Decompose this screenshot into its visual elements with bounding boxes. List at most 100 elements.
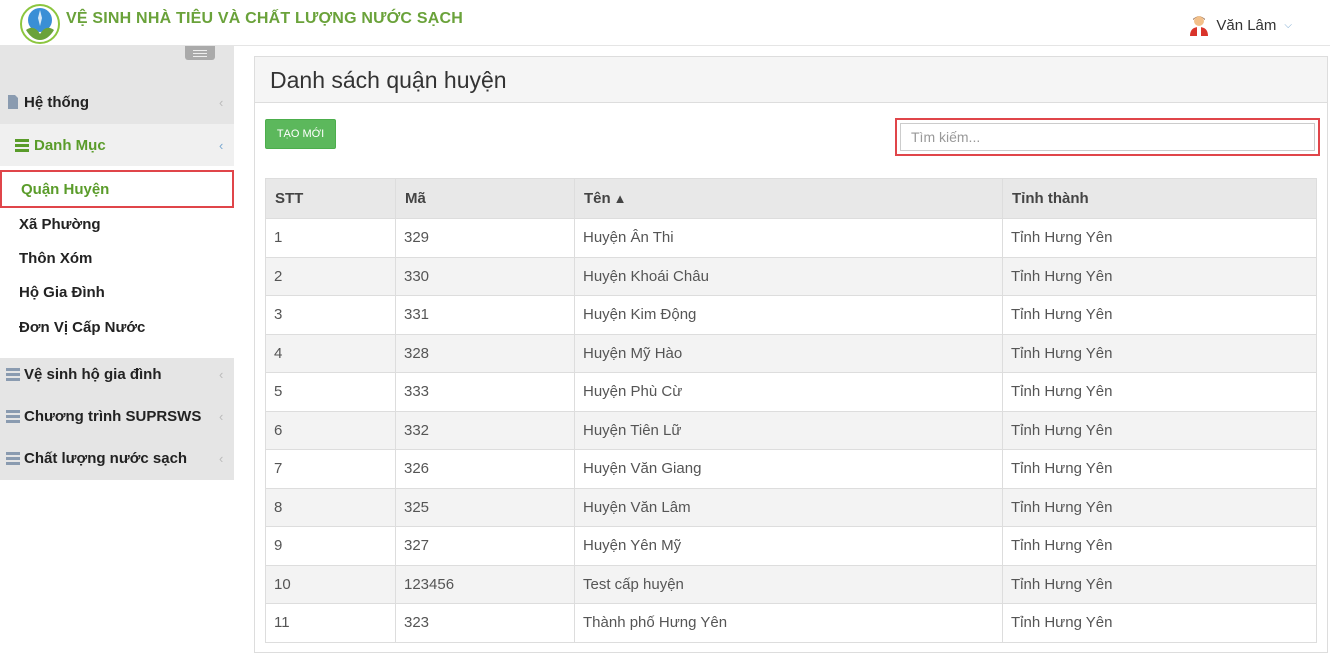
- panel-header: Danh sách quận huyện: [255, 57, 1327, 103]
- cell-ma: 323: [395, 603, 575, 643]
- cell-ma: 123456: [395, 564, 575, 604]
- submenu-item-xa-phuong[interactable]: Xã Phường: [0, 207, 234, 241]
- cell-tinh-thanh: Tỉnh Hưng Yên: [1002, 410, 1317, 450]
- file-icon: [8, 95, 18, 109]
- column-header-tinh-thanh[interactable]: Tỉnh thành: [1002, 178, 1317, 219]
- sidebar-item-he-thong[interactable]: Hệ thống ‹: [0, 82, 234, 122]
- chevron-left-icon: ‹: [219, 137, 224, 153]
- cell-tinh-thanh: Tỉnh Hưng Yên: [1002, 218, 1317, 258]
- cell-ten: Huyện Phù Cừ: [574, 372, 1003, 412]
- chevron-left-icon: ‹: [219, 450, 224, 466]
- cell-tinh-thanh: Tỉnh Hưng Yên: [1002, 256, 1317, 296]
- sidebar-item-label: Hệ thống: [24, 93, 89, 111]
- create-button[interactable]: TẠO MỚI: [265, 119, 336, 149]
- user-name: Văn Lâm: [1216, 16, 1277, 34]
- cell-stt: 3: [265, 295, 396, 335]
- user-menu[interactable]: Văn Lâm ⌵: [1188, 14, 1292, 36]
- cell-ma: 332: [395, 410, 575, 450]
- sidebar: Hệ thống ‹ Danh Mục ‹ Quận Huyện Xã Phườ…: [0, 46, 234, 653]
- cell-ten: Huyện Kim Động: [574, 295, 1003, 335]
- submenu-item-thon-xom[interactable]: Thôn Xóm: [0, 241, 234, 275]
- cell-tinh-thanh: Tỉnh Hưng Yên: [1002, 603, 1317, 643]
- column-header-ten-label: Tên: [584, 190, 611, 207]
- list-icon: [15, 139, 29, 152]
- cell-tinh-thanh: Tỉnh Hưng Yên: [1002, 564, 1317, 604]
- cell-ma: 329: [395, 218, 575, 258]
- cell-ma: 333: [395, 372, 575, 412]
- column-header-stt[interactable]: STT: [265, 178, 396, 219]
- cell-stt: 10: [265, 564, 396, 604]
- table-row[interactable]: 5 333 Huyện Phù Cừ Tỉnh Hưng Yên: [265, 372, 1317, 412]
- submenu-danh-muc: Quận Huyện Xã Phường Thôn Xóm Hộ Gia Đìn…: [0, 166, 234, 358]
- cell-ten: Test cấp huyện: [574, 564, 1003, 604]
- table-row[interactable]: 3 331 Huyện Kim Động Tỉnh Hưng Yên: [265, 295, 1317, 335]
- cell-stt: 7: [265, 449, 396, 489]
- sidebar-item-label: Danh Mục: [34, 136, 106, 154]
- cell-stt: 4: [265, 333, 396, 373]
- submenu-item-quan-huyen[interactable]: Quận Huyện: [0, 170, 234, 208]
- cell-ma: 326: [395, 449, 575, 489]
- server-icon: [6, 452, 20, 465]
- chevron-left-icon: ‹: [219, 408, 224, 424]
- table-row[interactable]: 1 329 Huyện Ân Thi Tỉnh Hưng Yên: [265, 218, 1317, 258]
- districts-table: STT Mã Tên ▲ Tỉnh thành 1 329 Huyện Ân Thi T…: [265, 178, 1317, 643]
- table-row[interactable]: 7 326 Huyện Văn Giang Tỉnh Hưng Yên: [265, 449, 1317, 489]
- sidebar-item-ve-sinh-ho-gia-dinh[interactable]: Vệ sinh hộ gia đình ‹: [0, 354, 234, 394]
- table-row[interactable]: 11 323 Thành phố Hưng Yên Tỉnh Hưng Yên: [265, 603, 1317, 643]
- cell-ma: 325: [395, 487, 575, 527]
- sidebar-item-label: Chương trình SUPRSWS: [24, 407, 202, 425]
- sidebar-empty-area: [0, 480, 234, 653]
- chevron-left-icon: ‹: [219, 94, 224, 110]
- sidebar-toggle-button[interactable]: [185, 46, 215, 60]
- cell-ten: Huyện Ân Thi: [574, 218, 1003, 258]
- cell-ten: Huyện Văn Giang: [574, 449, 1003, 489]
- cell-ten: Huyện Mỹ Hào: [574, 333, 1003, 373]
- sidebar-item-danh-muc[interactable]: Danh Mục ‹: [0, 124, 234, 166]
- chevron-left-icon: ‹: [219, 366, 224, 382]
- cell-ten: Huyện Văn Lâm: [574, 487, 1003, 527]
- cell-ma: 327: [395, 526, 575, 566]
- search-input[interactable]: [900, 123, 1315, 151]
- table-row[interactable]: 8 325 Huyện Văn Lâm Tỉnh Hưng Yên: [265, 487, 1317, 527]
- cell-ma: 330: [395, 256, 575, 296]
- cell-ten: Huyện Khoái Châu: [574, 256, 1003, 296]
- top-bar: VỆ SINH NHÀ TIÊU VÀ CHẤT LƯỢNG NƯỚC SẠCH…: [0, 0, 1330, 46]
- sidebar-item-chuong-trinh-suprsws[interactable]: Chương trình SUPRSWS ‹: [0, 396, 234, 436]
- brand-title[interactable]: VỆ SINH NHÀ TIÊU VÀ CHẤT LƯỢNG NƯỚC SẠCH: [66, 10, 463, 28]
- cell-ten: Thành phố Hưng Yên: [574, 603, 1003, 643]
- server-icon: [6, 368, 20, 381]
- cell-ma: 331: [395, 295, 575, 335]
- cell-stt: 6: [265, 410, 396, 450]
- submenu-item-don-vi-cap-nuoc[interactable]: Đơn Vị Cấp Nước: [0, 310, 234, 344]
- cell-tinh-thanh: Tỉnh Hưng Yên: [1002, 333, 1317, 373]
- cell-tinh-thanh: Tỉnh Hưng Yên: [1002, 526, 1317, 566]
- table-body: 1 329 Huyện Ân Thi Tỉnh Hưng Yên 2 330 Huyện K…: [265, 218, 1317, 643]
- cell-stt: 9: [265, 526, 396, 566]
- table-row[interactable]: 9 327 Huyện Yên Mỹ Tỉnh Hưng Yên: [265, 526, 1317, 566]
- logo-icon[interactable]: [20, 4, 60, 44]
- table-row[interactable]: 6 332 Huyện Tiên Lữ Tỉnh Hưng Yên: [265, 410, 1317, 450]
- cell-tinh-thanh: Tỉnh Hưng Yên: [1002, 372, 1317, 412]
- cell-tinh-thanh: Tỉnh Hưng Yên: [1002, 487, 1317, 527]
- cell-tinh-thanh: Tỉnh Hưng Yên: [1002, 295, 1317, 335]
- search-highlight: [895, 118, 1320, 156]
- table-row[interactable]: 2 330 Huyện Khoái Châu Tỉnh Hưng Yên: [265, 256, 1317, 296]
- cell-stt: 5: [265, 372, 396, 412]
- cell-stt: 8: [265, 487, 396, 527]
- table-row[interactable]: 4 328 Huyện Mỹ Hào Tỉnh Hưng Yên: [265, 333, 1317, 373]
- cell-ten: Huyện Yên Mỹ: [574, 526, 1003, 566]
- sidebar-item-label: Vệ sinh hộ gia đình: [24, 365, 162, 383]
- cell-stt: 1: [265, 218, 396, 258]
- sidebar-item-label: Chất lượng nước sạch: [24, 449, 188, 467]
- table-row[interactable]: 10 123456 Test cấp huyện Tỉnh Hưng Yên: [265, 564, 1317, 604]
- submenu-item-ho-gia-dinh[interactable]: Hộ Gia Đình: [0, 275, 234, 309]
- cell-ten: Huyện Tiên Lữ: [574, 410, 1003, 450]
- main-panel: Danh sách quận huyện TẠO MỚI STT Mã Tên▲…: [254, 56, 1328, 653]
- sidebar-item-chat-luong-nuoc-sach[interactable]: Chất lượng nước sạch ‹: [0, 438, 234, 478]
- column-header-ten[interactable]: Tên ▲: [574, 178, 1003, 219]
- sort-ascending-icon[interactable]: ▲: [614, 191, 627, 206]
- cell-tinh-thanh: Tỉnh Hưng Yên: [1002, 449, 1317, 489]
- column-header-ma[interactable]: Mã: [395, 178, 575, 219]
- server-icon: [6, 410, 20, 423]
- page-title: Danh sách quận huyện: [270, 67, 507, 93]
